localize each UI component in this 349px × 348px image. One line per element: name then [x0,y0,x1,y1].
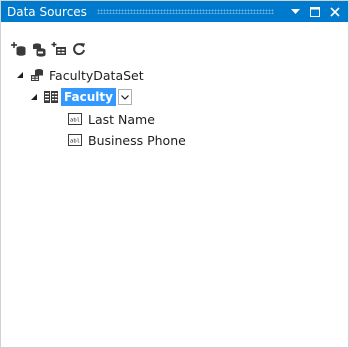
tree-node-faculty-table[interactable]: Faculty [29,87,132,107]
faculty-table-label[interactable]: Faculty [61,88,116,106]
tree-node-column[interactable]: abl Business Phone [67,130,186,150]
textbox-field-icon: abl [67,132,83,148]
svg-text:abl: abl [70,139,80,145]
tree-node-dataset[interactable]: FacultyDataSet [15,65,144,85]
dataset-icon [29,67,45,83]
expanded-triangle-icon[interactable] [15,70,25,80]
title-grip[interactable] [96,9,274,14]
data-sources-window: Data Sources FacultyDataSet Faculty abl … [0,0,349,348]
edit-dataset-icon[interactable] [31,41,47,57]
datatable-icon [43,89,59,105]
textbox-field-icon: abl [67,111,83,127]
close-icon[interactable] [328,5,342,19]
tree-node-column[interactable]: abl Last Name [67,109,155,129]
title-bar[interactable]: Data Sources [1,1,348,22]
maximize-icon[interactable] [308,5,322,19]
dataset-label[interactable]: FacultyDataSet [49,68,144,83]
svg-text:abl: abl [70,118,80,124]
toolbar [1,39,91,59]
chevron-down-icon [120,94,129,100]
window-title: Data Sources [7,4,87,19]
window-position-menu-icon[interactable] [288,5,302,19]
refresh-icon[interactable] [71,41,87,57]
control-type-dropdown[interactable] [117,89,132,105]
expanded-triangle-icon[interactable] [29,92,39,102]
column-label[interactable]: Last Name [88,112,155,127]
column-label[interactable]: Business Phone [88,133,186,148]
add-data-source-icon[interactable] [11,41,27,57]
add-query-icon[interactable] [51,41,67,57]
